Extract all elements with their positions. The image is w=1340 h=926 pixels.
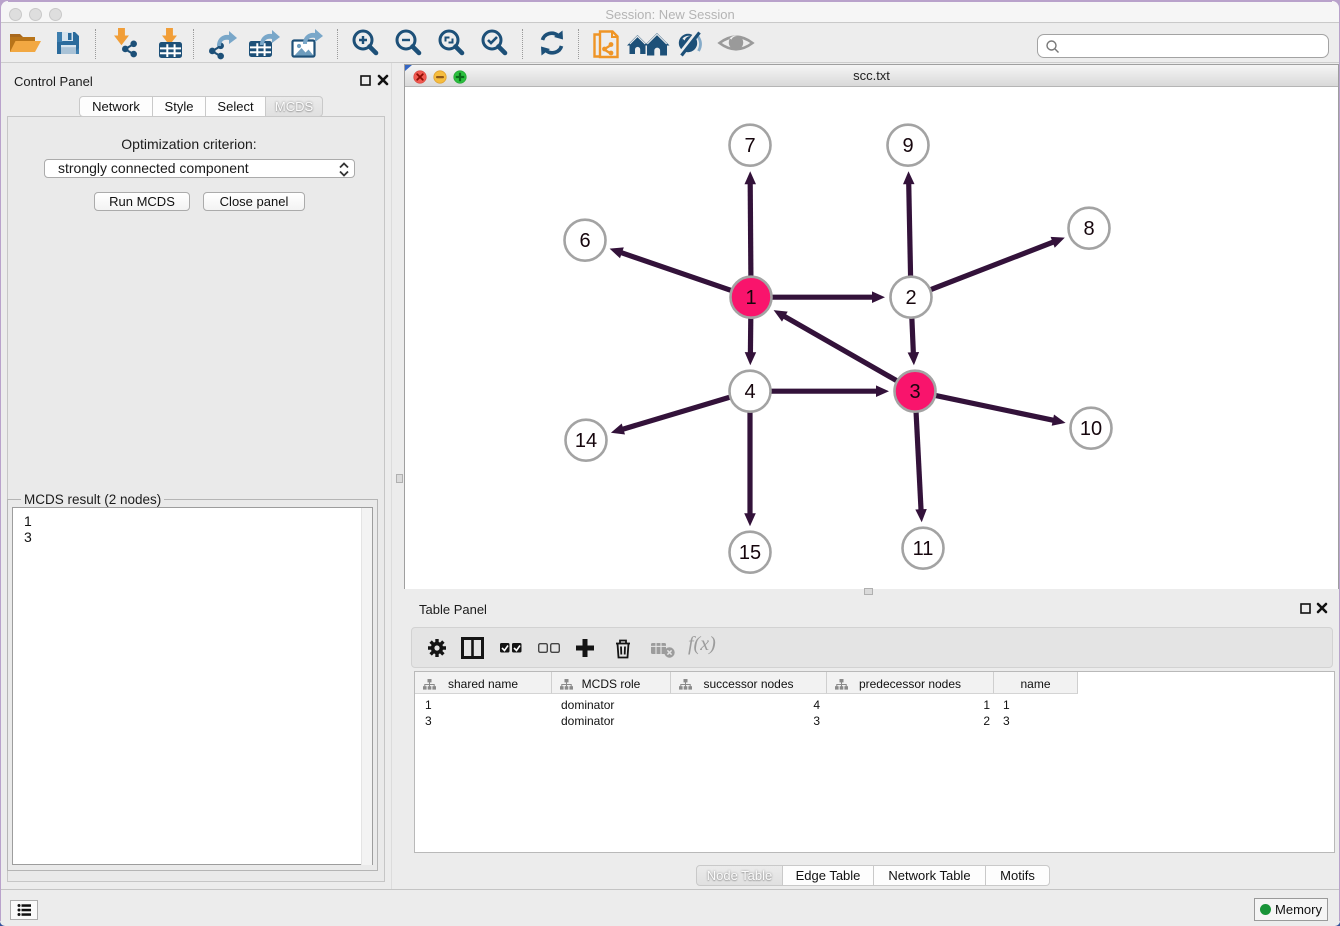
svg-text:4: 4 xyxy=(744,381,755,403)
svg-text:1: 1 xyxy=(745,287,756,309)
svg-text:7: 7 xyxy=(744,135,755,157)
svg-text:11: 11 xyxy=(913,538,934,560)
svg-text:8: 8 xyxy=(1083,218,1094,240)
svg-text:3: 3 xyxy=(909,381,920,403)
svg-text:14: 14 xyxy=(575,430,597,452)
svg-text:9: 9 xyxy=(902,135,913,157)
svg-text:6: 6 xyxy=(579,230,590,252)
svg-text:10: 10 xyxy=(1080,418,1102,440)
svg-text:2: 2 xyxy=(905,287,916,309)
svg-text:15: 15 xyxy=(739,542,761,564)
